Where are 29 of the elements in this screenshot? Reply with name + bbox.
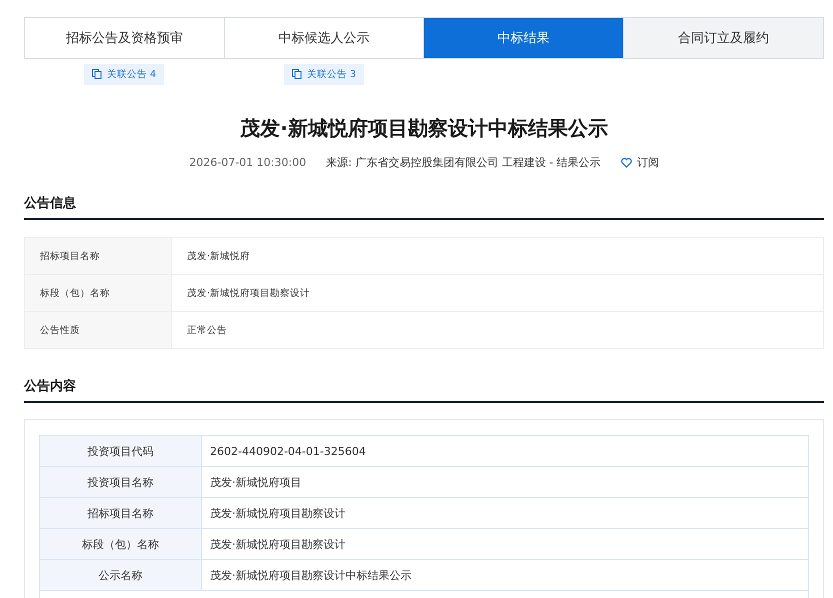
tab[interactable]: 合同订立及履约 bbox=[624, 18, 823, 58]
table-cell: 投资项目代码 bbox=[40, 436, 202, 466]
copy-icon bbox=[292, 69, 302, 79]
field-value: 正常公告 bbox=[186, 324, 228, 338]
tab[interactable]: 中标结果 bbox=[424, 18, 624, 58]
field-label: 标段（包）名称 bbox=[25, 275, 172, 311]
field-label: 公告性质 bbox=[25, 312, 172, 348]
field-label: 招标项目名称 bbox=[25, 238, 172, 274]
table-cell: 招标项目名称 bbox=[40, 498, 202, 528]
notice-title: 茂发·新城悦府项目勘察设计中标结果公示 bbox=[239, 115, 609, 142]
table-cell-text: 茂发·新城悦府项目 bbox=[209, 474, 302, 490]
field-value: 茂发·新城悦府 bbox=[186, 250, 252, 264]
subscribe-button[interactable]: 订阅 bbox=[620, 155, 659, 170]
table-cell-text: 茂发·新城悦府项目勘察设计 bbox=[209, 506, 346, 522]
publish-time: 2026-07-01 10:30:00 bbox=[189, 156, 306, 169]
table-cell-text: 茂发·新城悦府项目勘察设计 bbox=[209, 536, 346, 552]
table-cell-text: 2602-440902-04-01-325604 bbox=[209, 444, 367, 460]
table-cell-text: 茂发·新城悦府项目勘察设计中标结果公示 bbox=[209, 568, 412, 584]
heart-icon bbox=[620, 158, 632, 168]
source-text: 来源: 广东省交易控股集团有限公司 工程建设 - 结果公示 bbox=[326, 155, 601, 170]
table-cell: 公示名称 bbox=[40, 560, 202, 590]
field-value: 茂发·新城悦府项目勘察设计 bbox=[186, 286, 312, 300]
copy-icon bbox=[92, 69, 102, 79]
section-heading: 公告内容 bbox=[24, 377, 824, 403]
table-cell: 标段（包）名称 bbox=[40, 529, 202, 559]
related-notices-button[interactable]: 关联公告 4 bbox=[84, 64, 164, 84]
related-notices-button[interactable]: 关联公告 3 bbox=[284, 64, 364, 84]
section-heading: 公告信息 bbox=[24, 194, 824, 220]
table-cell: 投资项目名称 bbox=[40, 467, 202, 497]
